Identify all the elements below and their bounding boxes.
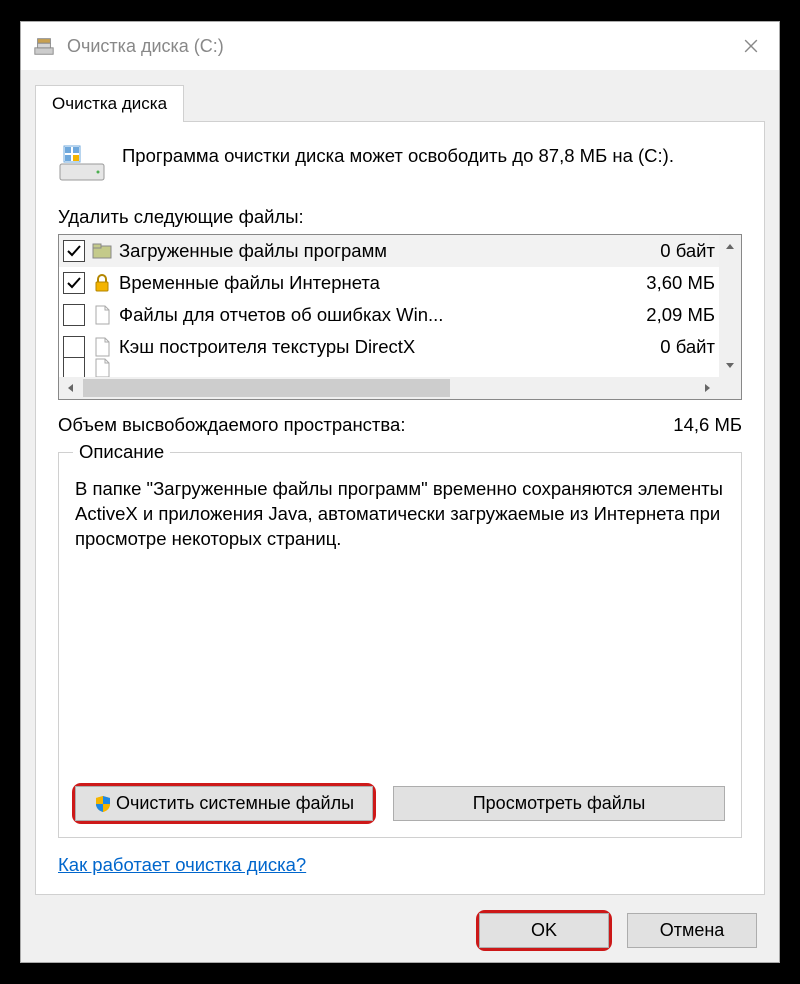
description-group: Описание В папке "Загруженные файлы прог…: [58, 452, 742, 838]
file-size: 0 байт: [660, 336, 715, 358]
scroll-thumb-horizontal[interactable]: [83, 379, 450, 397]
file-size: 2,09 МБ: [646, 304, 715, 326]
tabpage: Программа очистки диска может освободить…: [35, 121, 765, 895]
totals-row: Объем высвобождаемого пространства: 14,6…: [58, 414, 742, 436]
dialog-window: Очистка диска (C:) Очистка диска: [20, 21, 780, 963]
totals-label: Объем высвобождаемого пространства:: [58, 414, 405, 436]
list-item[interactable]: Загруженные файлы программ 0 байт: [59, 235, 719, 267]
disk-cleanup-icon: [33, 35, 55, 57]
list-label: Удалить следующие файлы:: [58, 206, 742, 228]
file-icon: [91, 336, 113, 358]
shield-icon: [94, 795, 112, 813]
help-link[interactable]: Как работает очистка диска?: [58, 854, 306, 876]
scroll-up-icon[interactable]: [719, 235, 741, 259]
tabstrip: Очистка диска: [35, 84, 765, 121]
file-list: Загруженные файлы программ 0 байт Временны…: [58, 234, 742, 400]
summary-row: Программа очистки диска может освободить…: [58, 144, 742, 184]
view-files-label: Просмотреть файлы: [473, 793, 646, 814]
client-area: Очистка диска Программа очистки диска мо…: [21, 70, 779, 962]
file-size: 3,60 МБ: [646, 272, 715, 294]
horizontal-scrollbar[interactable]: [59, 377, 741, 399]
titlebar: Очистка диска (C:): [21, 22, 779, 70]
drive-icon: [58, 144, 106, 184]
cancel-label: Отмена: [660, 920, 725, 941]
cancel-button[interactable]: Отмена: [627, 913, 757, 948]
checkbox[interactable]: [63, 304, 85, 326]
clean-system-files-button[interactable]: Очистить системные файлы: [75, 786, 373, 821]
scroll-right-icon[interactable]: [695, 377, 719, 399]
file-size: 0 байт: [660, 240, 715, 262]
window-title: Очистка диска (C:): [67, 36, 731, 57]
clean-system-files-label: Очистить системные файлы: [116, 793, 354, 814]
scroll-down-icon[interactable]: [719, 353, 741, 377]
checkbox[interactable]: [63, 357, 85, 377]
list-item[interactable]: Временные файлы Интернета 3,60 МБ: [59, 267, 719, 299]
ok-label: OK: [531, 920, 557, 941]
ok-highlight: OK: [479, 913, 609, 948]
summary-text: Программа очистки диска может освободить…: [122, 144, 674, 169]
checkbox[interactable]: [63, 336, 85, 358]
vertical-scrollbar[interactable]: [719, 235, 741, 377]
dialog-buttons: OK Отмена: [35, 895, 765, 948]
list-item[interactable]: [59, 363, 719, 373]
file-name: Загруженные файлы программ: [119, 240, 652, 262]
scroll-thumb-vertical[interactable]: [719, 259, 741, 353]
ok-button[interactable]: OK: [479, 913, 609, 948]
file-name: Временные файлы Интернета: [119, 272, 638, 294]
view-files-button[interactable]: Просмотреть файлы: [393, 786, 725, 821]
description-text: В папке "Загруженные файлы программ" вре…: [75, 477, 725, 766]
checkbox[interactable]: [63, 272, 85, 294]
totals-value: 14,6 МБ: [673, 414, 742, 436]
file-icon: [91, 304, 113, 326]
file-icon: [91, 357, 113, 377]
tab-cleanup[interactable]: Очистка диска: [35, 85, 184, 122]
close-button[interactable]: [731, 26, 771, 66]
scroll-left-icon[interactable]: [59, 377, 83, 399]
description-legend: Описание: [73, 441, 170, 463]
folder-icon: [91, 240, 113, 262]
list-item[interactable]: Кэш построителя текстуры DirectX 0 байт: [59, 331, 719, 363]
checkbox[interactable]: [63, 240, 85, 262]
lock-icon: [91, 272, 113, 294]
list-item[interactable]: Файлы для отчетов об ошибках Win... 2,09 …: [59, 299, 719, 331]
clean-system-highlight: Очистить системные файлы: [75, 786, 373, 821]
file-name: Файлы для отчетов об ошибках Win...: [119, 304, 638, 326]
file-name: Кэш построителя текстуры DirectX: [119, 336, 652, 358]
